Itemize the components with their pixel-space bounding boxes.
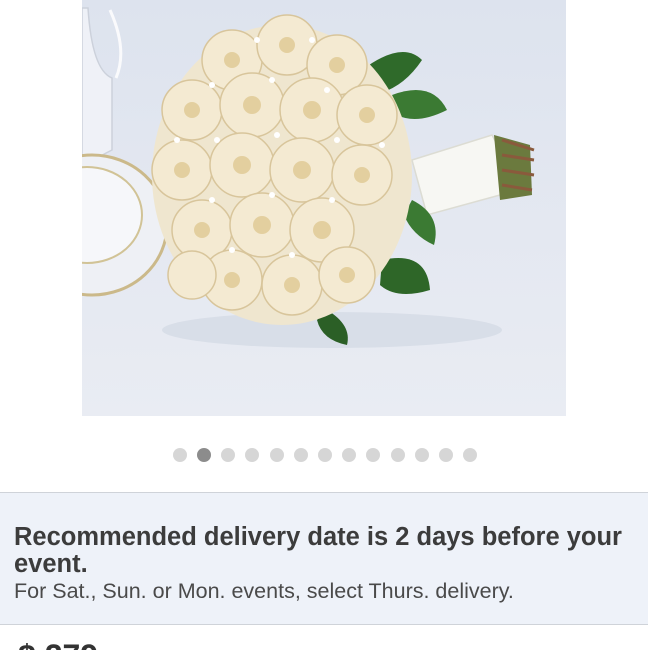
bouquet-illustration [82,7,535,348]
delivery-notice: Recommended delivery date is 2 days befo… [0,492,648,625]
product-image-gallery[interactable] [0,0,648,490]
delivery-notice-subtitle: For Sat., Sun. or Mon. events, select Th… [14,579,514,603]
page-dot-active[interactable] [197,448,212,462]
page-dot[interactable] [245,448,260,462]
price-row: $ 279 [0,626,648,650]
page-dot[interactable] [293,448,308,462]
product-price: $ 279 [18,640,98,650]
page-dot[interactable] [366,448,381,462]
product-photo[interactable] [82,0,566,416]
page-dot[interactable] [221,448,236,462]
page-dot[interactable] [390,448,405,462]
gallery-pagination[interactable] [0,446,648,464]
page-dot[interactable] [463,448,478,462]
page-dot[interactable] [269,448,284,462]
page-dot[interactable] [342,448,357,462]
delivery-notice-title: Recommended delivery date is 2 days befo… [14,523,622,578]
page-dot[interactable] [414,448,429,462]
page-dot[interactable] [318,448,332,462]
page-dot[interactable] [438,448,453,462]
page-dot[interactable] [172,448,187,462]
